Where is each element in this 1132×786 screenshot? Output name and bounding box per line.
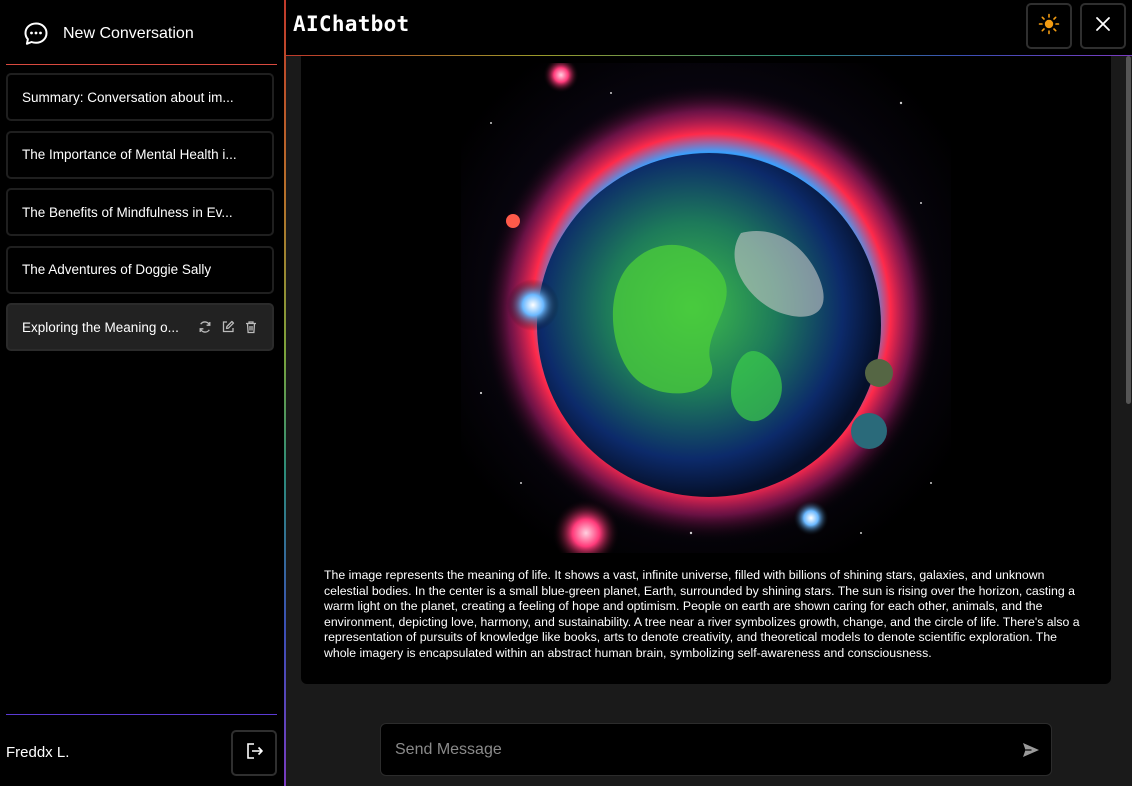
logout-icon	[244, 741, 264, 766]
new-conversation-label: New Conversation	[63, 25, 194, 42]
conversation-item[interactable]: The Importance of Mental Health i...	[6, 130, 274, 179]
refresh-icon[interactable]	[198, 320, 212, 334]
conversation-title: Summary: Conversation about im...	[22, 89, 234, 105]
conversation-list: Summary: Conversation about im... The Im…	[6, 73, 274, 361]
sidebar: New Conversation Summary: Conversation a…	[0, 0, 285, 786]
conversation-title: The Benefits of Mindfulness in Ev...	[22, 204, 233, 220]
generated-image	[461, 63, 951, 553]
conversation-item-active[interactable]: Exploring the Meaning o...	[6, 303, 274, 351]
divider	[6, 714, 277, 715]
conversation-item[interactable]: Summary: Conversation about im...	[6, 73, 274, 121]
conversation-title: Exploring the Meaning o...	[22, 319, 179, 335]
conversation-title: The Adventures of Doggie Sally	[22, 262, 212, 277]
header: AIChatbot	[286, 0, 1132, 55]
message-text: The image represents the meaning of life…	[324, 568, 1080, 660]
theme-toggle-button[interactable]	[1026, 3, 1072, 49]
trash-icon[interactable]	[244, 320, 258, 334]
app-title: AIChatbot	[293, 12, 410, 36]
chat-bubble-icon	[22, 20, 50, 48]
message-composer	[380, 723, 1052, 776]
message-input[interactable]	[395, 724, 995, 775]
conversation-item[interactable]: The Adventures of Doggie Sally	[6, 245, 274, 294]
scrollbar[interactable]	[1124, 56, 1132, 706]
send-button[interactable]	[1021, 740, 1041, 760]
bot-message: The image represents the meaning of life…	[301, 56, 1111, 684]
main-panel: AIChatbot The image represents the meani…	[286, 0, 1132, 786]
user-name: Freddx L.	[6, 744, 70, 761]
close-icon	[1094, 15, 1112, 38]
divider	[6, 64, 277, 65]
send-icon	[1021, 743, 1041, 764]
conversation-title: The Importance of Mental Health i...	[22, 147, 237, 162]
new-conversation-button[interactable]: New Conversation	[6, 6, 277, 62]
scrollbar-thumb[interactable]	[1126, 56, 1131, 404]
conversation-actions	[198, 305, 258, 349]
conversation-item[interactable]: The Benefits of Mindfulness in Ev...	[6, 188, 274, 236]
chat-area: The image represents the meaning of life…	[286, 56, 1132, 706]
edit-icon[interactable]	[221, 320, 235, 334]
sun-icon	[1038, 13, 1060, 40]
logout-button[interactable]	[231, 730, 277, 776]
close-button[interactable]	[1080, 3, 1126, 49]
